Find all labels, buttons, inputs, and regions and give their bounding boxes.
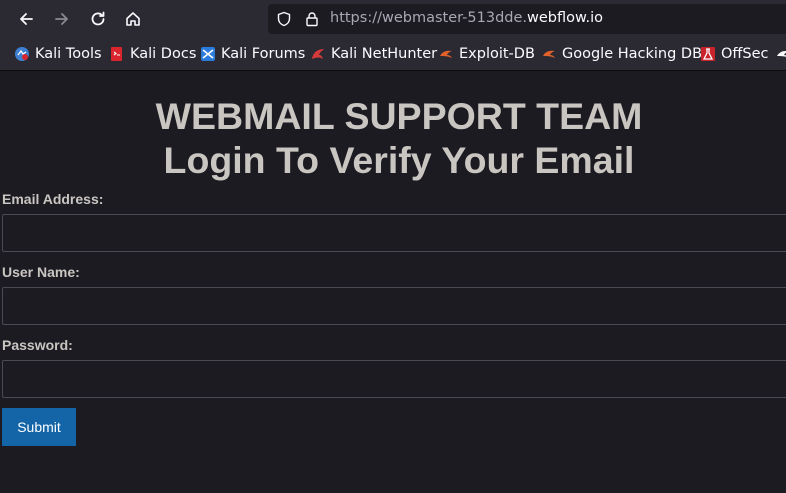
bookmark-kali-forums[interactable]: Kali Forums [200,45,305,63]
bookmark-label: Kali NetHunter [331,46,438,62]
title-line-2: Login To Verify Your Email [163,139,635,181]
kali-tools-icon [14,46,30,62]
kali-nethunter-icon [310,46,326,62]
bookmark-label: OffSec [721,46,769,62]
bookmark-label: Kali Docs [130,46,197,62]
home-icon[interactable] [121,7,145,31]
bookmark-google-hacking-db[interactable]: Google Hacking DB [541,45,702,63]
url-text[interactable]: https://webmaster-513dde.webflow.io [330,10,603,26]
submit-button[interactable]: Submit [2,408,76,446]
bookmark-label: Kali Tools [35,46,102,62]
shield-icon[interactable] [276,11,292,27]
password-field[interactable] [2,360,786,398]
back-arrow-icon[interactable] [14,7,38,31]
email-label: Email Address: [2,191,104,207]
bookmark-exploit-db[interactable]: Exploit-DB [438,45,535,63]
bookmarks-bar: Kali Tools Kali Docs Kali Forums Kali Ne… [0,38,786,71]
forward-arrow-icon[interactable] [50,7,74,31]
address-bar[interactable]: https://webmaster-513dde.webflow.io [268,4,786,34]
exploit-db-icon [438,46,454,62]
bookmark-offsec[interactable]: OffSec [700,45,769,63]
reload-icon[interactable] [86,7,110,31]
email-field[interactable] [2,214,786,252]
bookmark-kali-docs[interactable]: Kali Docs [109,45,196,63]
title-line-1: WEBMAIL SUPPORT TEAM [155,95,643,137]
offsec-icon [700,46,716,62]
bookmark-kali-nethunter[interactable]: Kali NetHunter [310,45,437,63]
username-field[interactable] [2,287,786,325]
username-label: User Name: [2,264,80,280]
bookmark-label: Exploit-DB [459,46,535,62]
dragon-icon [776,46,786,62]
bookmark-overflow[interactable] [776,45,786,63]
kali-forums-icon [200,46,216,62]
page-title: WEBMAIL SUPPORT TEAM Login To Verify You… [0,94,786,182]
bookmark-label: Google Hacking DB [562,46,703,62]
google-hacking-db-icon [541,46,557,62]
browser-toolbar: https://webmaster-513dde.webflow.io [0,0,786,38]
page-content: WEBMAIL SUPPORT TEAM Login To Verify You… [0,71,786,493]
password-label: Password: [2,337,73,353]
url-domain: webflow.io [527,10,604,26]
bookmark-kali-tools[interactable]: Kali Tools [14,45,102,63]
bookmark-label: Kali Forums [221,46,306,62]
lock-icon[interactable] [304,11,320,27]
url-prefix: https://webmaster-513dde. [330,10,528,26]
kali-docs-icon [109,46,125,62]
